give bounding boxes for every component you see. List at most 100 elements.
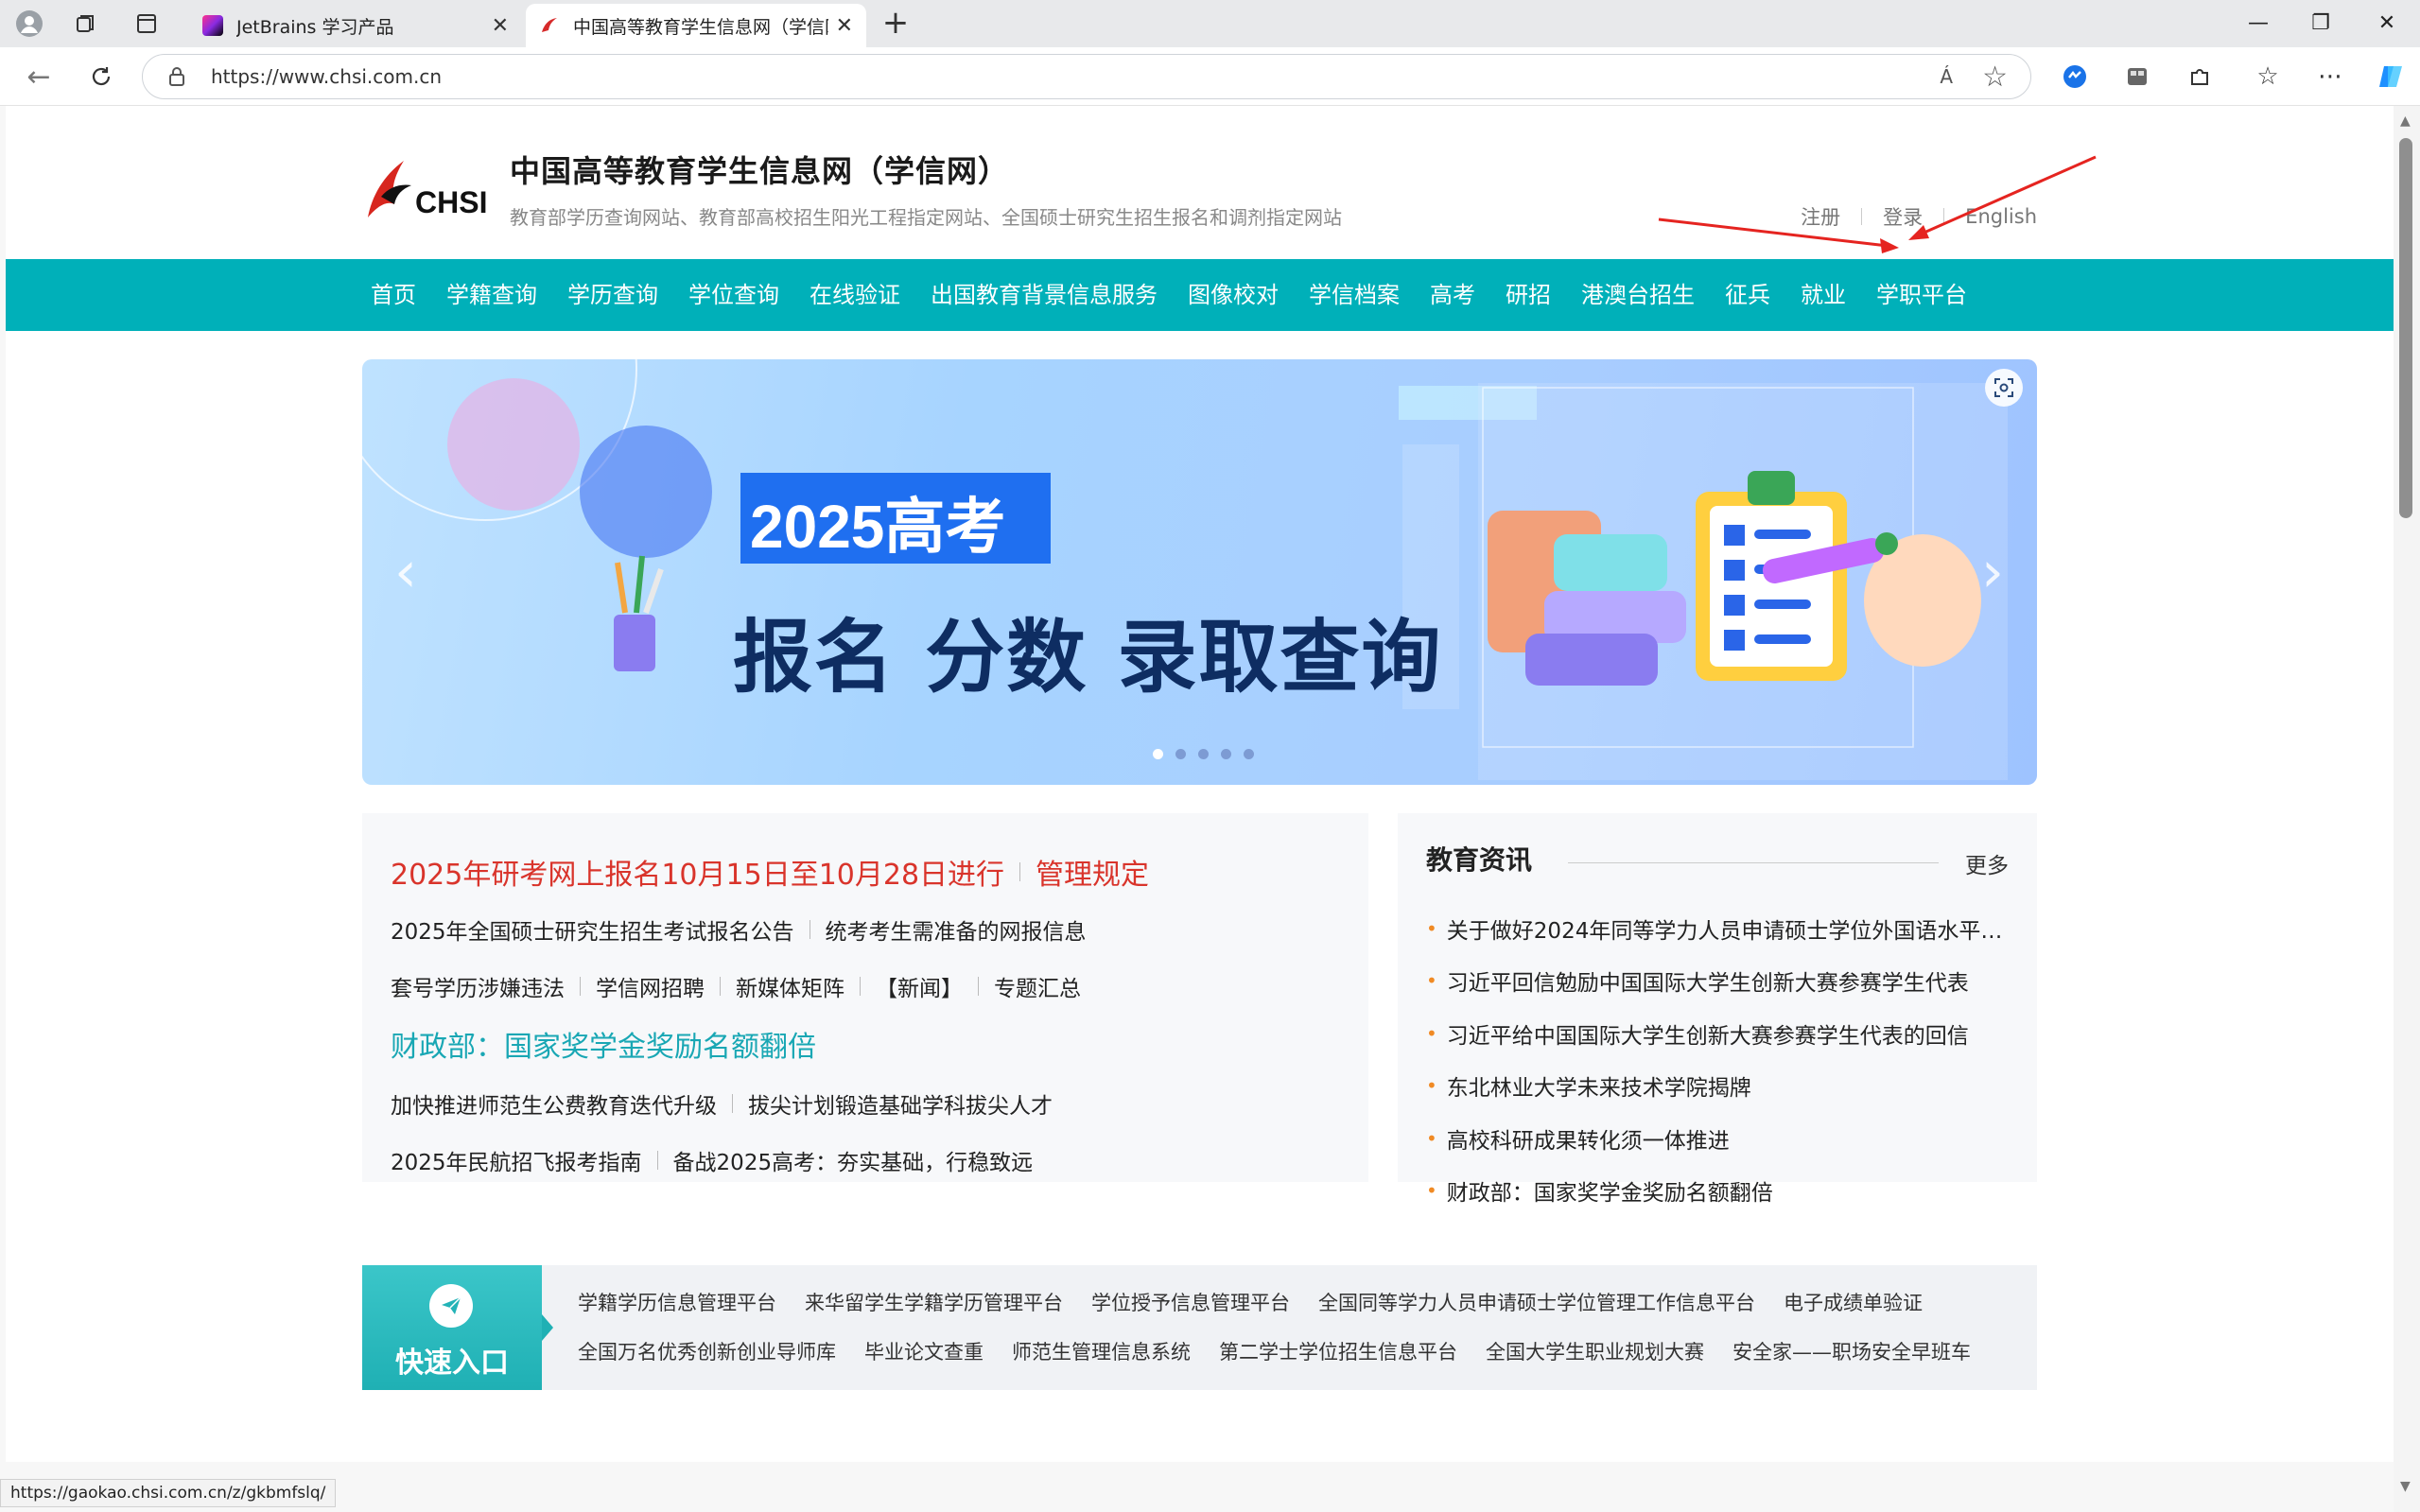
restore-button[interactable]: ❐ — [2292, 6, 2349, 42]
quick-link[interactable]: 第二学士学位招生信息平台 — [1219, 1337, 1457, 1365]
more-link[interactable]: 更多 — [1965, 847, 2009, 879]
news-link[interactable]: 备战2025高考：夯实基础，行稳致远 — [673, 1144, 1034, 1176]
quick-link[interactable]: 安全家——职场安全早班车 — [1732, 1337, 1971, 1365]
news-link[interactable]: 新媒体矩阵 — [736, 970, 844, 1002]
banner-decoration — [362, 359, 2008, 780]
divider — [720, 977, 721, 996]
divider — [1568, 862, 1939, 863]
banner-dot[interactable] — [1221, 749, 1231, 759]
nav-item-yanzhao[interactable]: 研招 — [1506, 259, 1551, 331]
quick-entry-label: 快速入口 — [395, 1347, 509, 1380]
news-link[interactable]: 拔尖计划锻造基础学科拔尖人才 — [748, 1087, 1053, 1120]
scroll-up-icon[interactable]: ▲ — [2400, 113, 2411, 129]
nav-item-degree-record[interactable]: 学历查询 — [567, 259, 658, 331]
news-link[interactable]: 学信网招聘 — [596, 970, 705, 1002]
divider — [656, 1151, 658, 1170]
favorites-icon[interactable]: ☆ — [2249, 58, 2287, 96]
list-item[interactable]: •关于做好2024年同等学力人员申请硕士学位外国语水平全国统一考试和学科综合水平… — [1426, 902, 2012, 955]
banner-dot[interactable] — [1244, 749, 1254, 759]
news-link[interactable]: 加快推进师范生公费教育迭代升级 — [391, 1087, 717, 1120]
section-heading: 教育资讯 — [1426, 844, 1533, 876]
headline-news: 2025年研考网上报名10月15日至10月28日进行 管理规定 2025年全国硕… — [362, 813, 1368, 1182]
browser-tab-bar: JetBrains 学习产品 ✕ 中国高等教育学生信息网（学信网 ✕ + — ❐… — [0, 0, 2420, 47]
quick-link[interactable]: 毕业论文查重 — [864, 1337, 984, 1365]
tab-close-icon[interactable]: ✕ — [836, 14, 853, 38]
nav-item-career[interactable]: 学职平台 — [1876, 259, 1967, 331]
banner-year-tag: 2025高考 — [750, 493, 1006, 561]
tab-jetbrains[interactable]: JetBrains 学习产品 ✕ — [189, 4, 522, 47]
quick-link[interactable]: 全国同等学力人员申请硕士学位管理工作信息平台 — [1318, 1288, 1755, 1316]
banner-dot[interactable] — [1198, 749, 1209, 759]
extension-grid-icon[interactable] — [2118, 58, 2156, 96]
news-link[interactable]: 统考考生需准备的网报信息 — [826, 913, 1087, 946]
more-menu-icon[interactable]: ⋯ — [2311, 58, 2349, 96]
quick-link[interactable]: 师范生管理信息系统 — [1012, 1337, 1191, 1365]
visual-search-icon[interactable] — [1985, 369, 2023, 407]
nav-item-home[interactable]: 首页 — [371, 259, 416, 331]
list-item[interactable]: • 财政部：国家奖学金奖励名额翻倍 — [1426, 1165, 2012, 1218]
tab-title: JetBrains 学习产品 — [236, 16, 394, 38]
scroll-down-icon[interactable]: ▼ — [2400, 1479, 2411, 1494]
nav-item-photo[interactable]: 图像校对 — [1188, 259, 1279, 331]
quick-link[interactable]: 全国万名优秀创新创业导师库 — [578, 1337, 836, 1365]
badge-notch — [542, 1314, 553, 1341]
nav-item-gaokao[interactable]: 高考 — [1430, 259, 1475, 331]
news-link[interactable]: 套号学历涉嫌违法 — [391, 970, 565, 1002]
nav-item-archive[interactable]: 学信档案 — [1309, 259, 1400, 331]
hero-banner[interactable]: 2025高考 报名 分数 录取查询 ‹ › — [362, 359, 2037, 785]
minimize-button[interactable]: — — [2230, 6, 2287, 42]
news-link[interactable]: 专题汇总 — [994, 970, 1081, 1002]
extensions-puzzle-icon[interactable] — [2181, 58, 2219, 96]
page-scrollbar[interactable]: ▲ ▼ — [2394, 106, 2420, 1512]
copilot-icon[interactable] — [2372, 58, 2410, 96]
headline-teal[interactable]: 财政部：国家奖学金奖励名额翻倍 — [391, 1023, 816, 1065]
quick-link[interactable]: 来华留学生学籍学历管理平台 — [805, 1288, 1063, 1316]
news-link[interactable]: 2025年全国硕士研究生招生考试报名公告 — [391, 913, 794, 946]
extension-blue-icon[interactable] — [2056, 58, 2094, 96]
address-input[interactable]: https://www.chsi.com.cn Á ☆ — [142, 54, 2031, 99]
headline-red-link[interactable]: 管理规定 — [1036, 851, 1149, 893]
news-link[interactable]: 【新闻】 — [876, 970, 963, 1002]
banner-next-arrow[interactable]: › — [1981, 539, 2004, 605]
list-item[interactable]: • 高校科研成果转化须一体推进 — [1426, 1112, 2012, 1165]
scrollbar-thumb[interactable] — [2399, 138, 2412, 518]
quick-link[interactable]: 电子成绩单验证 — [1784, 1288, 1923, 1316]
favorite-star-icon[interactable]: ☆ — [1982, 61, 2008, 94]
nav-item-abroad[interactable]: 出国教育背景信息服务 — [931, 259, 1158, 331]
status-url-tooltip: https://gaokao.chsi.com.cn/z/gkbmfslq/ — [0, 1479, 337, 1507]
quick-link[interactable]: 学位授予信息管理平台 — [1091, 1288, 1290, 1316]
banner-pagination — [1153, 749, 1266, 759]
read-aloud-icon[interactable]: Á — [1940, 65, 1953, 88]
refresh-icon[interactable] — [83, 59, 119, 95]
back-arrow-icon[interactable]: ← — [21, 59, 57, 95]
bullet-icon: • — [1426, 969, 1437, 993]
list-item[interactable]: • 习近平回信勉励中国国际大学生创新大赛参赛学生代表 — [1426, 955, 2012, 1008]
banner-dot[interactable] — [1153, 749, 1163, 759]
headline-red[interactable]: 2025年研考网上报名10月15日至10月28日进行 — [391, 851, 1004, 893]
quick-link[interactable]: 全国大学生职业规划大赛 — [1486, 1337, 1704, 1365]
vertical-tabs-icon[interactable] — [131, 8, 163, 40]
nav-item-employment[interactable]: 就业 — [1801, 259, 1846, 331]
chsi-logo[interactable]: CHSI — [362, 148, 495, 235]
tab-chsi[interactable]: 中国高等教育学生信息网（学信网 ✕ — [526, 4, 866, 47]
tab-close-icon[interactable]: ✕ — [492, 14, 509, 38]
news-link[interactable]: 2025年民航招飞报考指南 — [391, 1144, 642, 1176]
divider — [580, 977, 581, 996]
nav-item-hmt[interactable]: 港澳台招生 — [1581, 259, 1695, 331]
nav-item-military[interactable]: 征兵 — [1725, 259, 1770, 331]
workspaces-icon[interactable] — [70, 8, 102, 40]
url-text: https://www.chsi.com.cn — [211, 65, 443, 88]
window-close-button[interactable]: ✕ — [2359, 6, 2415, 42]
lock-icon[interactable] — [167, 66, 186, 91]
list-item[interactable]: • 东北林业大学未来技术学院揭牌 — [1426, 1060, 2012, 1113]
quick-link[interactable]: 学籍学历信息管理平台 — [578, 1288, 776, 1316]
annotation-arrows — [1658, 155, 2097, 253]
nav-item-enrollment[interactable]: 学籍查询 — [446, 259, 537, 331]
banner-dot[interactable] — [1175, 749, 1186, 759]
banner-prev-arrow[interactable]: ‹ — [394, 539, 417, 605]
new-tab-button[interactable]: + — [878, 6, 914, 42]
profile-icon[interactable] — [13, 8, 45, 40]
nav-item-verify[interactable]: 在线验证 — [810, 259, 900, 331]
list-item[interactable]: • 习近平给中国国际大学生创新大赛参赛学生代表的回信 — [1426, 1007, 2012, 1060]
nav-item-degree[interactable]: 学位查询 — [688, 259, 779, 331]
